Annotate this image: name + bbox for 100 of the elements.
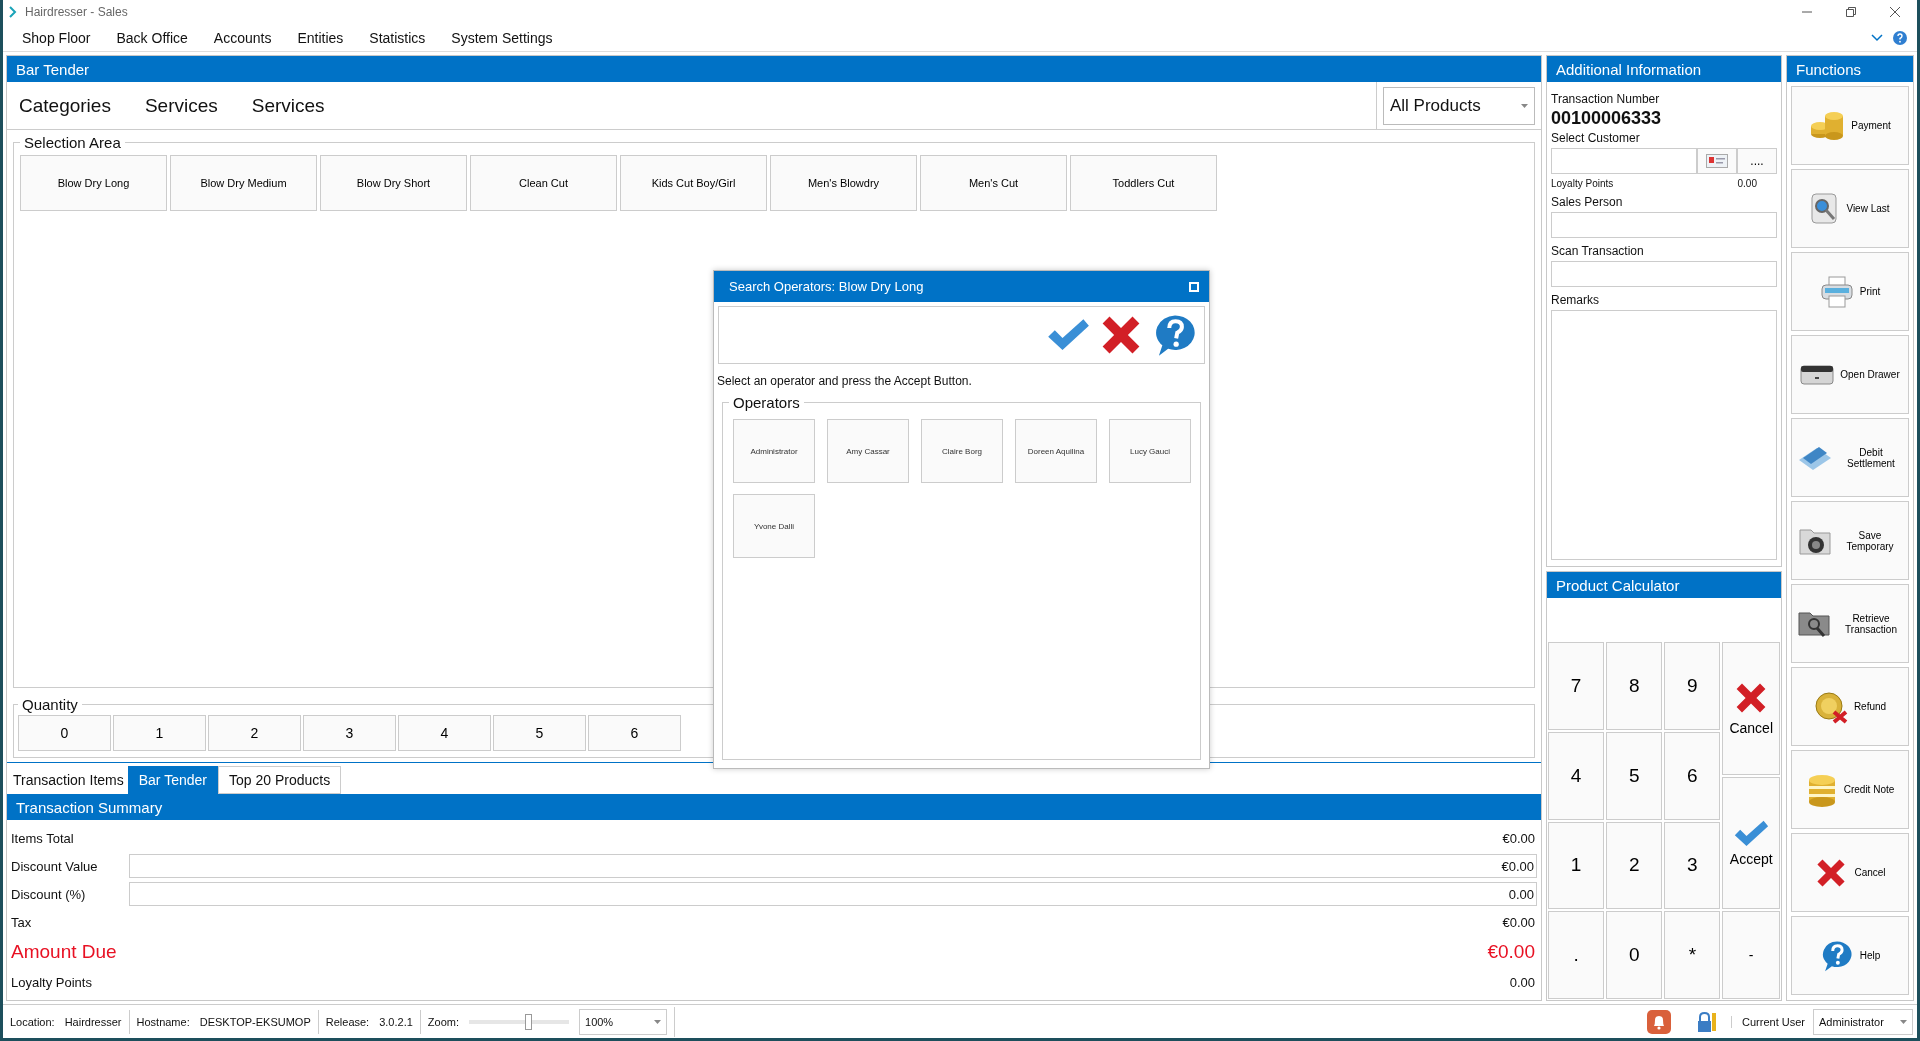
tab[interactable]: Top 20 Products bbox=[218, 766, 342, 794]
status-label: Release: bbox=[325, 1015, 370, 1028]
summary-field[interactable]: 0.00 bbox=[129, 882, 1537, 906]
keypad-key[interactable]: 8 bbox=[1606, 642, 1663, 730]
function-button[interactable]: Credit Note bbox=[1791, 750, 1909, 829]
chevron-down-icon[interactable] bbox=[1871, 33, 1883, 42]
function-button[interactable]: Print bbox=[1791, 252, 1909, 331]
slider-thumb[interactable] bbox=[524, 1013, 532, 1030]
summary-value: 0.00 bbox=[1508, 974, 1536, 990]
status-value: DESKTOP-EKSUMOP bbox=[199, 1015, 311, 1028]
panel-header: Transaction Summary bbox=[7, 794, 1541, 820]
maximize-icon[interactable] bbox=[1189, 281, 1199, 292]
customer-card-button[interactable] bbox=[1697, 148, 1737, 174]
field-label: Loyalty Points bbox=[1551, 178, 1614, 189]
breadcrumb[interactable]: Services bbox=[132, 94, 230, 117]
check-icon bbox=[1733, 818, 1770, 848]
service-button[interactable]: Kids Cut Boy/Girl bbox=[620, 155, 767, 211]
quantity-key[interactable]: 5 bbox=[493, 715, 586, 751]
service-button[interactable]: Men's Blowdry bbox=[770, 155, 917, 211]
status-label: Current User bbox=[1731, 1015, 1813, 1028]
quantity-key[interactable]: 2 bbox=[208, 715, 301, 751]
operator-button[interactable]: Administrator bbox=[733, 419, 815, 483]
keypad-key[interactable]: 4 bbox=[1548, 731, 1605, 820]
service-button[interactable]: Toddlers Cut bbox=[1070, 155, 1217, 211]
group-title: Quantity bbox=[21, 696, 79, 713]
operator-button[interactable]: Lucy Gauci bbox=[1109, 419, 1191, 483]
restore-icon[interactable] bbox=[1846, 7, 1856, 17]
function-button[interactable]: Save Temporary bbox=[1791, 501, 1909, 580]
browse-button[interactable]: .... bbox=[1737, 148, 1777, 174]
service-button[interactable]: Blow Dry Medium bbox=[170, 155, 317, 211]
field-label: Scan Transaction bbox=[1551, 244, 1645, 258]
group-title: Operators bbox=[732, 394, 801, 411]
keypad-key[interactable]: 1 bbox=[1548, 821, 1605, 910]
keypad-key[interactable]: 3 bbox=[1664, 821, 1721, 910]
breadcrumb[interactable]: Categories bbox=[7, 94, 123, 117]
dropdown-arrow-icon bbox=[1900, 1019, 1907, 1024]
status-label: Hostname: bbox=[136, 1015, 190, 1028]
sales-person-field[interactable] bbox=[1551, 212, 1777, 238]
keypad-key[interactable]: Accept bbox=[1722, 776, 1780, 910]
menu-item[interactable]: System Settings bbox=[438, 29, 566, 46]
app-icon bbox=[9, 6, 17, 18]
operator-button[interactable]: Doreen Aquilina bbox=[1015, 419, 1097, 483]
drawer-icon bbox=[1800, 363, 1835, 386]
function-button[interactable]: Refund bbox=[1791, 667, 1909, 746]
keypad-key[interactable]: 0 bbox=[1606, 911, 1663, 999]
product-dropdown[interactable]: All Products bbox=[1383, 86, 1535, 125]
menu-item[interactable]: Statistics bbox=[356, 29, 439, 46]
remarks-field[interactable] bbox=[1551, 310, 1777, 560]
keypad-key[interactable]: 9 bbox=[1664, 642, 1721, 730]
dropdown-arrow-icon bbox=[654, 1019, 661, 1024]
instruction-text: Select an operator and press the Accept Button. bbox=[716, 373, 973, 390]
quantity-key[interactable]: 3 bbox=[303, 715, 396, 751]
keypad-key[interactable]: * bbox=[1664, 911, 1721, 999]
function-button[interactable]: View Last bbox=[1791, 169, 1909, 248]
menu-item[interactable]: Accounts bbox=[200, 29, 285, 46]
status-label: Zoom: bbox=[427, 1015, 459, 1028]
dialog-title: Search Operators: Blow Dry Long bbox=[729, 279, 924, 294]
keypad-key[interactable]: Cancel bbox=[1722, 642, 1780, 775]
summary-label: Discount (%) bbox=[11, 886, 87, 902]
quantity-key[interactable]: 1 bbox=[113, 715, 206, 751]
service-button[interactable]: Clean Cut bbox=[470, 155, 617, 211]
quantity-key[interactable]: 6 bbox=[588, 715, 681, 751]
quantity-key[interactable]: 4 bbox=[398, 715, 491, 751]
help-icon[interactable] bbox=[1893, 30, 1907, 45]
status-value: Hairdresser bbox=[64, 1015, 122, 1028]
service-button[interactable]: Men's Cut bbox=[920, 155, 1067, 211]
accept-button[interactable] bbox=[1046, 317, 1090, 353]
function-button[interactable]: Debit Settlement bbox=[1791, 418, 1909, 497]
service-button[interactable]: Blow Dry Long bbox=[20, 155, 167, 211]
function-button[interactable]: Payment bbox=[1791, 86, 1909, 165]
quantity-key[interactable]: 0 bbox=[18, 715, 111, 751]
keypad-key[interactable]: 6 bbox=[1664, 731, 1721, 820]
bell-icon[interactable] bbox=[1647, 1009, 1672, 1034]
function-button[interactable]: Help bbox=[1791, 916, 1909, 995]
keypad-key[interactable]: 2 bbox=[1606, 821, 1663, 910]
operator-button[interactable]: Yvone Dalli bbox=[733, 494, 815, 558]
keypad-key[interactable]: 7 bbox=[1548, 642, 1605, 730]
function-button[interactable]: Open Drawer bbox=[1791, 335, 1909, 414]
operator-button[interactable]: Amy Cassar bbox=[827, 419, 909, 483]
scan-transaction-field[interactable] bbox=[1551, 261, 1777, 287]
customer-field[interactable] bbox=[1551, 148, 1697, 174]
menu-item[interactable]: Entities bbox=[284, 29, 357, 46]
user-dropdown[interactable]: Administrator bbox=[1813, 1008, 1913, 1035]
function-button[interactable]: Cancel bbox=[1791, 833, 1909, 912]
summary-field[interactable]: €0.00 bbox=[129, 854, 1537, 878]
amount-due-label: Amount Due bbox=[11, 941, 118, 963]
menu-item[interactable]: Shop Floor bbox=[9, 29, 104, 46]
function-button[interactable]: Retrieve Transaction bbox=[1791, 584, 1909, 663]
tab[interactable]: Bar Tender bbox=[127, 766, 218, 794]
window-title: Hairdresser - Sales bbox=[25, 5, 128, 19]
breadcrumb[interactable]: Services bbox=[239, 94, 337, 117]
summary-value: €0.00 bbox=[1501, 914, 1536, 930]
menu-item[interactable]: Back Office bbox=[103, 29, 201, 46]
keypad-key[interactable]: . bbox=[1548, 911, 1605, 999]
close-icon[interactable] bbox=[1890, 7, 1900, 17]
operator-button[interactable]: Claire Borg bbox=[921, 419, 1003, 483]
keypad-key[interactable]: 5 bbox=[1606, 731, 1663, 820]
service-button[interactable]: Blow Dry Short bbox=[320, 155, 467, 211]
keypad-key[interactable]: - bbox=[1722, 911, 1780, 999]
zoom-dropdown[interactable]: 100% bbox=[579, 1008, 667, 1035]
